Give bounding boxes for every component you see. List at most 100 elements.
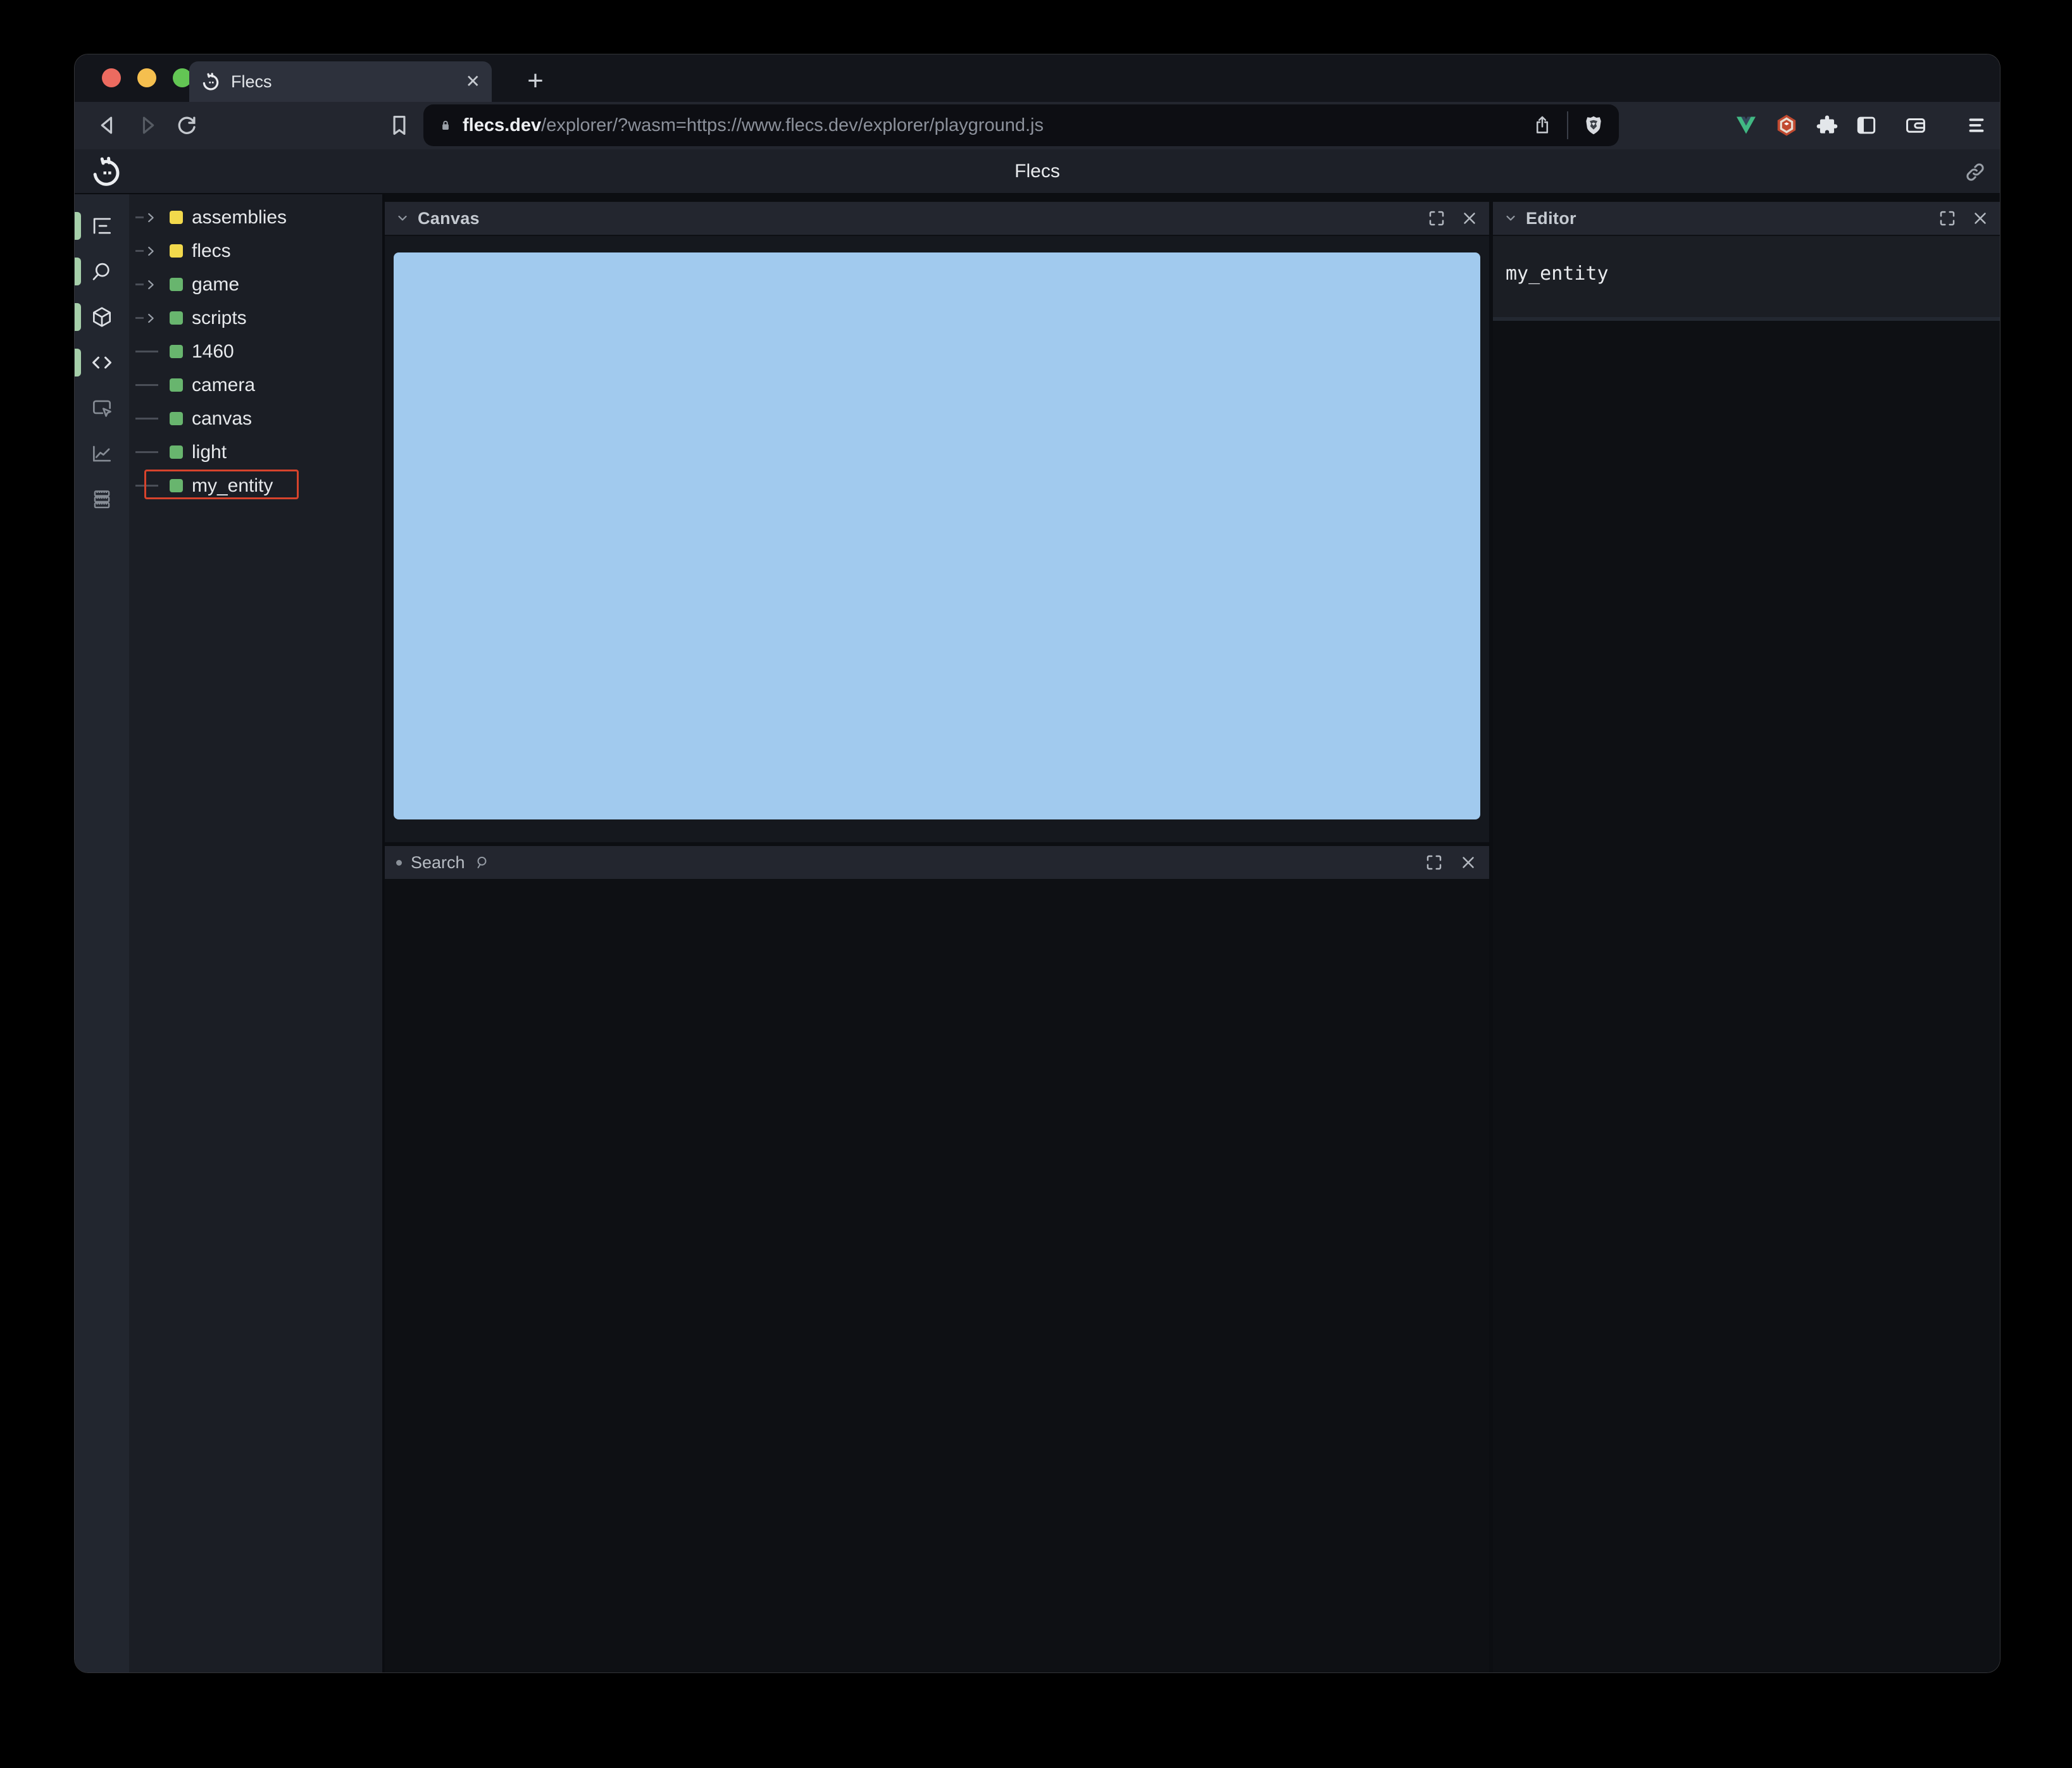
tree-line [135, 384, 158, 386]
extension-hexagon-icon[interactable] [1775, 113, 1799, 137]
brave-shields-icon[interactable] [1582, 114, 1605, 137]
entity-color-square [170, 378, 183, 392]
flecs-logo [93, 156, 120, 186]
tree-item[interactable]: light [135, 435, 382, 469]
fullscreen-icon[interactable] [1427, 209, 1446, 228]
entity-color-square [170, 345, 183, 358]
wallet-icon[interactable] [1904, 113, 1928, 137]
sidebar-item-search[interactable] [75, 249, 129, 294]
tree-item[interactable]: my_entity [135, 469, 382, 502]
cube-icon [92, 307, 111, 327]
search-panel-label[interactable]: Search [411, 853, 465, 873]
tree-line [135, 283, 144, 285]
editor-column: Editor my_entity [1493, 194, 2000, 1672]
url-domain: flecs.dev [463, 115, 542, 135]
entity-color-square [170, 211, 183, 224]
tree-item[interactable]: flecs [135, 234, 382, 268]
menu-hamburger-icon[interactable] [1964, 113, 1988, 137]
tree-item[interactable]: assemblies [135, 201, 382, 234]
sidebar-item-tree-view[interactable] [75, 203, 129, 249]
close-panel-icon[interactable] [1971, 209, 1990, 228]
minimize-window-button[interactable] [137, 68, 156, 87]
flecs-favicon [203, 73, 219, 90]
editor-panel-header: Editor [1493, 202, 2000, 236]
tree-item[interactable]: canvas [135, 402, 382, 435]
tab-title: Flecs [231, 72, 272, 91]
chevron-down-icon[interactable] [1503, 211, 1518, 226]
tree-connector [135, 451, 170, 453]
tree-item-label: 1460 [192, 340, 234, 362]
sidebar-item-memory[interactable] [75, 476, 129, 522]
toolbar-divider [1567, 111, 1568, 139]
tree-connector [135, 211, 170, 225]
tree-item[interactable]: game [135, 268, 382, 301]
tree-connector [135, 351, 170, 352]
chevron-right-icon[interactable] [144, 244, 158, 258]
editor-panel-title: Editor [1526, 208, 1576, 228]
tree-view-icon [93, 218, 111, 234]
chevron-right-icon[interactable] [144, 211, 158, 225]
sidebar-item-stats[interactable] [75, 431, 129, 476]
tree-item-label: scripts [192, 307, 247, 328]
tree-line [135, 317, 144, 319]
bookmark-icon[interactable] [387, 113, 411, 137]
tree-line [135, 250, 144, 252]
close-window-button[interactable] [102, 68, 121, 87]
tree-item[interactable]: scripts [135, 301, 382, 335]
editor-content[interactable]: my_entity [1506, 263, 1609, 285]
sidebar-item-code[interactable] [75, 340, 129, 385]
sidebar-item-entities[interactable] [75, 294, 129, 340]
new-tab-button[interactable]: + [518, 63, 553, 99]
search-icon [92, 263, 109, 280]
back-button[interactable] [96, 113, 120, 137]
browser-tab[interactable]: Flecs ✕ [189, 61, 492, 102]
panel-area: Canvas Search Editor my_entity [385, 194, 2000, 1672]
tree-connector [135, 418, 170, 420]
close-tab-icon[interactable]: ✕ [466, 73, 480, 90]
close-panel-icon[interactable] [1459, 853, 1478, 872]
app-header: Flecs [75, 149, 2000, 194]
chevron-right-icon[interactable] [144, 278, 158, 292]
sidebar-toggle-icon[interactable] [1854, 113, 1878, 137]
address-bar[interactable]: flecs.dev/explorer/?wasm=https://www.fle… [423, 104, 1619, 146]
close-panel-icon[interactable] [1460, 209, 1479, 228]
canvas-panel-header: Canvas [385, 202, 1489, 236]
entity-color-square [170, 445, 183, 459]
forward-button[interactable] [135, 113, 159, 137]
reload-button[interactable] [175, 113, 199, 137]
share-link-icon[interactable] [1963, 160, 1987, 184]
search-panel-header: Search [385, 846, 1489, 880]
fullscreen-icon[interactable] [1938, 209, 1957, 228]
screen-cursor-icon [92, 400, 111, 417]
extensions-puzzle-icon[interactable] [1815, 113, 1839, 137]
tree-line [135, 216, 144, 218]
entity-color-square [170, 412, 183, 425]
chevron-right-icon[interactable] [144, 311, 158, 325]
tree-item[interactable]: 1460 [135, 335, 382, 368]
tree-line [135, 351, 158, 352]
chevron-down-icon[interactable] [395, 211, 410, 226]
center-column: Canvas Search [385, 194, 1489, 1672]
window-controls [102, 68, 192, 87]
selection-highlight [144, 470, 299, 499]
tree-item[interactable]: camera [135, 368, 382, 402]
code-icon [92, 356, 111, 369]
app-title: Flecs [1014, 160, 1060, 182]
magnifier-icon [477, 856, 487, 869]
canvas-panel-body [385, 236, 1489, 842]
active-panel-pill [75, 212, 81, 240]
url-text: flecs.dev/explorer/?wasm=https://www.fle… [463, 115, 1523, 136]
vue-devtools-extension-icon[interactable] [1734, 113, 1758, 137]
active-panel-pill [75, 349, 81, 377]
share-icon[interactable] [1532, 115, 1553, 136]
collapsed-bullet-icon[interactable] [396, 859, 402, 866]
render-canvas[interactable] [394, 252, 1480, 819]
editor-panel-body[interactable]: my_entity [1493, 236, 2000, 321]
entity-tree: assemblies flecs game scripts 1460 camer… [129, 194, 385, 1672]
tree-item-label: game [192, 273, 240, 295]
entity-color-square [170, 278, 183, 291]
fullscreen-icon[interactable] [1425, 853, 1444, 872]
active-panel-pill [75, 258, 81, 285]
sidebar-item-canvas-select[interactable] [75, 385, 129, 431]
memory-rows-icon [94, 490, 110, 509]
